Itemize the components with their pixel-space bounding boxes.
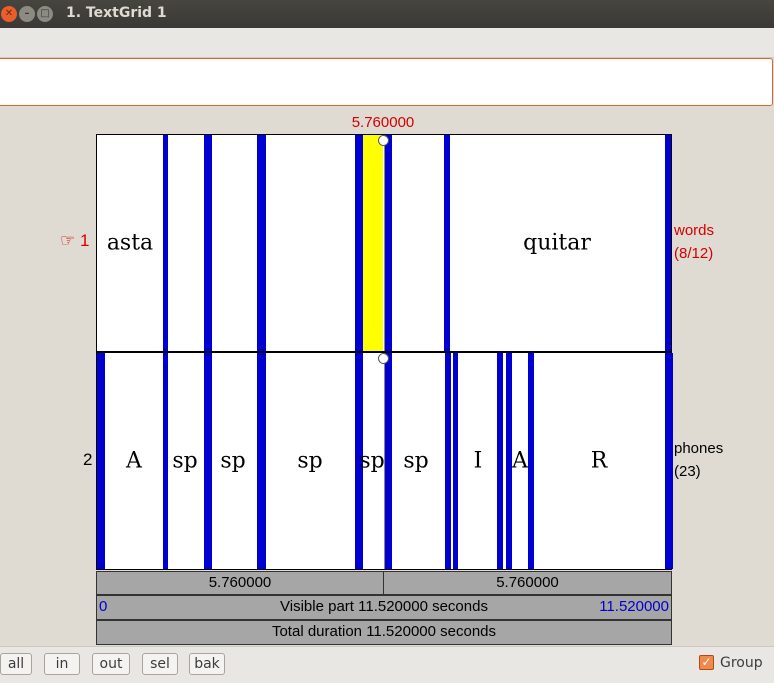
cursor-time-label: 5.760000 bbox=[351, 114, 415, 131]
interval-label[interactable]: quitar bbox=[523, 231, 591, 256]
cursor-circle-icon bbox=[378, 353, 389, 364]
interval-label[interactable]: sp bbox=[403, 449, 428, 474]
tier-number-2: 2 bbox=[83, 450, 93, 469]
interval-boundary[interactable] bbox=[97, 353, 105, 569]
interval-boundary[interactable] bbox=[445, 353, 451, 569]
interval-boundary[interactable] bbox=[257, 353, 266, 569]
right-part-bar[interactable]: 5.760000 bbox=[383, 571, 672, 595]
interval-boundary[interactable] bbox=[453, 353, 458, 569]
close-icon[interactable]: ✕ bbox=[1, 6, 17, 22]
interval-boundary[interactable] bbox=[497, 353, 503, 569]
interval-label[interactable]: sp bbox=[220, 449, 245, 474]
interval-boundary[interactable] bbox=[385, 353, 392, 569]
left-part-bar[interactable]: 5.760000 bbox=[96, 571, 384, 595]
interval-boundary[interactable] bbox=[528, 353, 534, 569]
bottom-toolbar: all in out sel bak ✓ Group bbox=[0, 646, 774, 683]
interval-label[interactable]: A bbox=[512, 449, 528, 474]
selected-interval[interactable] bbox=[363, 135, 383, 351]
visible-part-bar[interactable]: 0 Visible part 11.520000 seconds 11.5200… bbox=[96, 595, 672, 620]
interval-label[interactable]: A bbox=[126, 449, 142, 474]
zoom-out-button[interactable]: out bbox=[92, 653, 130, 675]
interval-label[interactable]: sp bbox=[297, 449, 322, 474]
menu-bar bbox=[0, 28, 774, 58]
interval-label[interactable]: I bbox=[474, 449, 483, 474]
all-button[interactable]: all bbox=[0, 653, 32, 675]
visible-end-time: 11.520000 bbox=[599, 598, 669, 615]
tier-name-phones: phones (23) bbox=[674, 437, 723, 483]
tier-name-label: words bbox=[674, 222, 715, 239]
group-checkbox[interactable]: ✓ bbox=[699, 655, 714, 670]
tier-number-1: ☞ 1 bbox=[60, 231, 90, 250]
interval-label[interactable]: asta bbox=[107, 231, 153, 256]
interval-label[interactable]: sp bbox=[359, 449, 384, 474]
interval-boundary[interactable] bbox=[355, 135, 363, 351]
interval-label[interactable]: sp bbox=[172, 449, 197, 474]
tier-name-words: words (8/12) bbox=[674, 219, 714, 265]
maximize-icon[interactable]: □ bbox=[37, 6, 53, 22]
interval-boundary[interactable] bbox=[444, 135, 450, 351]
interval-boundary[interactable] bbox=[163, 353, 168, 569]
zoom-in-button[interactable]: in bbox=[44, 653, 80, 675]
minimize-icon[interactable]: – bbox=[19, 6, 35, 22]
interval-boundary[interactable] bbox=[385, 135, 392, 351]
tier-words[interactable]: asta quitar bbox=[96, 134, 672, 352]
interval-boundary[interactable] bbox=[204, 353, 212, 569]
tier-name-label: phones bbox=[674, 440, 724, 457]
window-title: 1. TextGrid 1 bbox=[66, 5, 167, 21]
interval-boundary[interactable] bbox=[665, 353, 673, 569]
interval-boundary[interactable] bbox=[204, 135, 212, 351]
visible-part-text: Visible part 11.520000 seconds bbox=[280, 598, 488, 615]
title-bar: ✕ – □ 1. TextGrid 1 bbox=[0, 0, 774, 28]
interval-label[interactable]: R bbox=[591, 449, 608, 474]
group-label: Group bbox=[720, 655, 763, 671]
tier-info-label: (23) bbox=[674, 463, 701, 480]
zoom-selection-button[interactable]: sel bbox=[142, 653, 178, 675]
cursor-circle-icon bbox=[378, 135, 389, 146]
total-duration-bar[interactable]: Total duration 11.520000 seconds bbox=[96, 620, 672, 645]
cursor-line bbox=[384, 135, 385, 351]
tier-phones[interactable]: A sp sp sp sp sp I A R bbox=[96, 352, 673, 570]
interval-text-field[interactable] bbox=[0, 58, 773, 106]
interval-boundary[interactable] bbox=[665, 135, 671, 351]
interval-boundary[interactable] bbox=[257, 135, 266, 351]
visible-start-time: 0 bbox=[99, 598, 108, 615]
interval-boundary[interactable] bbox=[163, 135, 168, 351]
tier-info-label: (8/12) bbox=[674, 245, 714, 262]
zoom-back-button[interactable]: bak bbox=[189, 653, 225, 675]
